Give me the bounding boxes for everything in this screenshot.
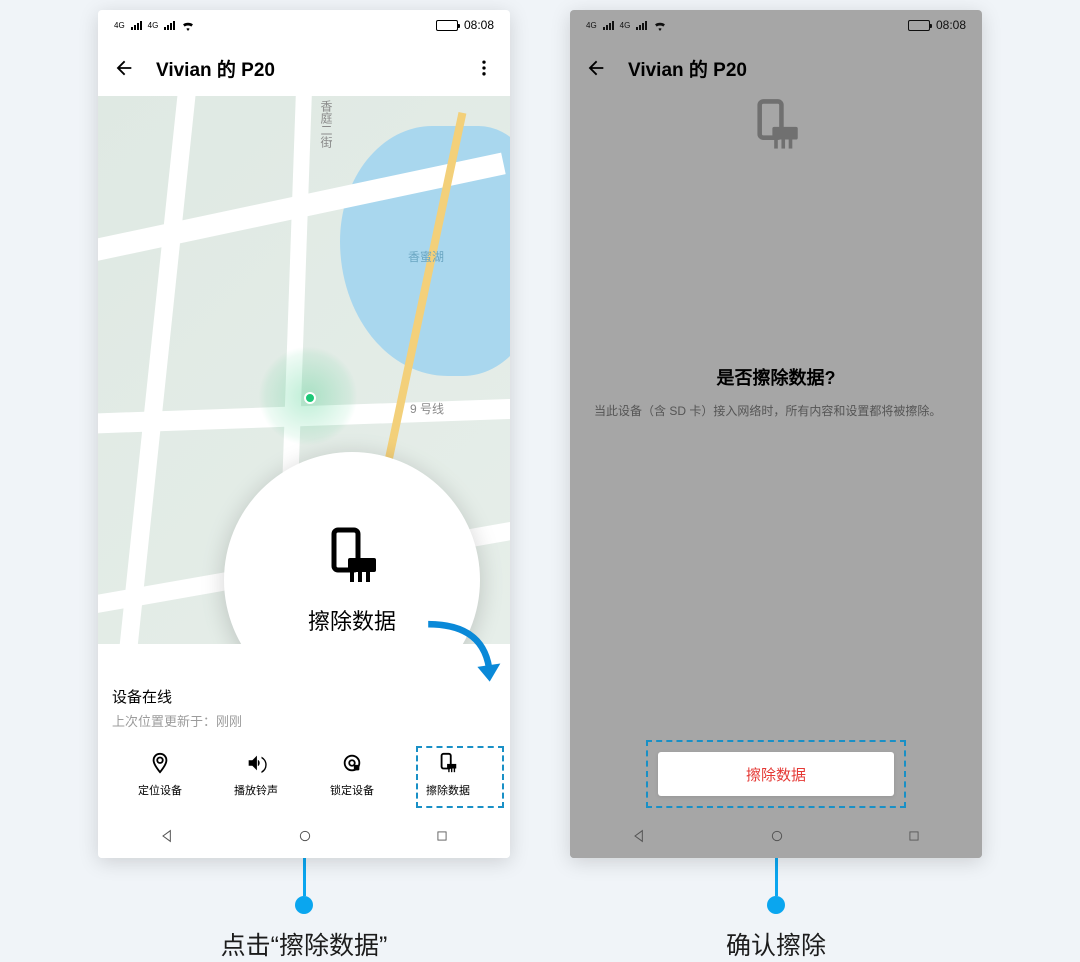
square-recent-icon <box>907 829 921 843</box>
triangle-back-icon <box>159 828 175 844</box>
nav-recent-button[interactable] <box>907 829 921 843</box>
battery-icon <box>436 20 458 31</box>
nav-recent-button[interactable] <box>435 829 449 843</box>
back-button[interactable] <box>582 54 610 82</box>
page-title: Vivian 的 P20 <box>628 55 970 82</box>
wifi-icon <box>181 20 195 31</box>
map-label: 9 号线 <box>410 400 444 417</box>
speaker-icon <box>243 750 269 776</box>
arrow-left-icon <box>113 57 135 79</box>
signal-bars-icon <box>131 20 142 30</box>
highlight-confirm: 擦除数据 <box>646 740 906 808</box>
pointer-dot <box>295 896 313 914</box>
erase-dialog: 是否擦除数据? 当此设备（含 SD 卡）接入网络时，所有内容和设置都将被擦除。 … <box>570 96 982 814</box>
status-card: 设备在线 上次位置更新于：刚刚 定位设备 播放铃声 <box>98 672 510 814</box>
circle-home-icon <box>769 828 785 844</box>
pointer-line <box>775 856 778 896</box>
pin-icon <box>147 750 173 776</box>
erase-popup-label: 擦除数据 <box>308 604 396 636</box>
caption-right: 确认擦除 <box>726 926 826 962</box>
map-road <box>117 96 198 644</box>
target-lock-icon <box>339 750 365 776</box>
confirm-erase-button[interactable]: 擦除数据 <box>658 752 894 796</box>
erase-icon <box>747 96 805 154</box>
erase-icon <box>320 524 384 588</box>
app-bar: Vivian 的 P20 <box>98 40 510 96</box>
signal-bars-icon-2 <box>164 20 175 30</box>
nav-back-button[interactable] <box>631 828 647 844</box>
map-label: 香庭二街 <box>318 100 335 148</box>
arrow-left-icon <box>585 57 607 79</box>
locate-button[interactable]: 定位设备 <box>112 744 208 804</box>
pointer-dot <box>767 896 785 914</box>
page-title: Vivian 的 P20 <box>156 55 452 82</box>
signal-4g-icon: 4G <box>586 21 597 30</box>
phone-frame-left: 4G 4G 08:08 Vivian 的 P20 <box>98 10 510 858</box>
nav-back-button[interactable] <box>159 828 175 844</box>
battery-icon <box>908 20 930 31</box>
action-label: 播放铃声 <box>234 782 278 798</box>
status-bar: 4G 4G 08:08 <box>570 10 982 40</box>
navbar <box>570 814 982 858</box>
signal-4g-icon-2: 4G <box>148 21 159 30</box>
ring-button[interactable]: 播放铃声 <box>208 744 304 804</box>
wifi-icon <box>653 20 667 31</box>
status-time: 08:08 <box>936 18 966 32</box>
right-column: 4G 4G 08:08 Vivian 的 P20 <box>570 10 982 962</box>
signal-bars-icon <box>603 20 614 30</box>
nav-home-button[interactable] <box>297 828 313 844</box>
status-time: 08:08 <box>464 18 494 32</box>
erase-dialog-desc: 当此设备（含 SD 卡）接入网络时，所有内容和设置都将被擦除。 <box>594 402 958 421</box>
nav-home-button[interactable] <box>769 828 785 844</box>
erase-dialog-title: 是否擦除数据? <box>717 364 836 390</box>
map-label: 香蜜湖 <box>408 248 444 265</box>
arrow-indicator-icon <box>420 616 502 698</box>
more-button[interactable] <box>470 54 498 82</box>
action-label: 锁定设备 <box>330 782 374 798</box>
map-area[interactable]: 香庭二街 香蜜湖 香轩路 泰然 9 号线 擦除数据 <box>98 96 510 644</box>
phone-frame-right: 4G 4G 08:08 Vivian 的 P20 <box>570 10 982 858</box>
more-vert-icon <box>474 58 494 78</box>
app-bar: Vivian 的 P20 <box>570 40 982 96</box>
back-button[interactable] <box>110 54 138 82</box>
device-location-marker <box>258 346 358 446</box>
last-update: 上次位置更新于：刚刚 <box>112 711 496 730</box>
action-label: 定位设备 <box>138 782 182 798</box>
signal-4g-icon-2: 4G <box>620 21 631 30</box>
status-bar: 4G 4G 08:08 <box>98 10 510 40</box>
highlight-erase <box>416 746 504 808</box>
left-column: 4G 4G 08:08 Vivian 的 P20 <box>98 10 510 962</box>
signal-4g-icon: 4G <box>114 21 125 30</box>
navbar <box>98 814 510 858</box>
pointer-line <box>303 856 306 896</box>
signal-bars-icon-2 <box>636 20 647 30</box>
square-recent-icon <box>435 829 449 843</box>
triangle-back-icon <box>631 828 647 844</box>
lock-button[interactable]: 锁定设备 <box>304 744 400 804</box>
caption-left: 点击“擦除数据” <box>221 926 388 962</box>
circle-home-icon <box>297 828 313 844</box>
